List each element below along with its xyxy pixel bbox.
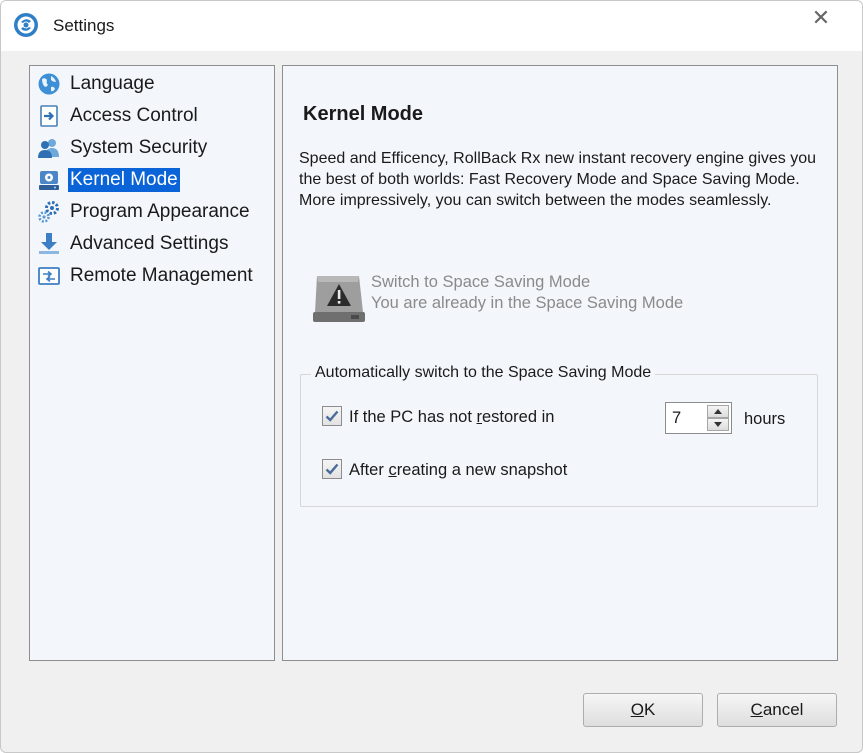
checkmark-icon xyxy=(325,463,339,475)
login-arrow-icon xyxy=(36,103,62,129)
settings-dialog: Settings ✕ Language Access Control Syste… xyxy=(0,0,863,753)
spin-buttons xyxy=(707,405,729,431)
sidebar-item-label: Remote Management xyxy=(70,265,253,286)
sidebar-item-access-control[interactable]: Access Control xyxy=(36,102,200,130)
sidebar-item-kernel-mode[interactable]: Kernel Mode xyxy=(36,166,180,194)
title-bar: Settings ✕ xyxy=(1,1,862,51)
chevron-up-icon xyxy=(714,409,722,414)
auto-switch-legend: Automatically switch to the Space Saving… xyxy=(311,364,656,382)
remote-console-icon xyxy=(36,263,62,289)
cancel-button[interactable]: Cancel xyxy=(717,693,837,727)
warning-drive-icon xyxy=(311,272,367,324)
hours-unit-label: hours xyxy=(744,410,786,428)
switch-mode-link: Switch to Space Saving Mode xyxy=(371,273,591,291)
spin-down-button[interactable] xyxy=(707,418,729,431)
after-snapshot-checkbox[interactable] xyxy=(322,459,342,479)
spin-up-button[interactable] xyxy=(707,405,729,418)
restore-timeout-label[interactable]: If the PC has not restored in xyxy=(349,408,554,427)
gears-icon xyxy=(36,199,62,225)
restore-timeout-checkbox[interactable] xyxy=(322,406,342,426)
auto-switch-groupbox: Automatically switch to the Space Saving… xyxy=(300,364,818,507)
globe-icon xyxy=(36,71,62,97)
close-button[interactable]: ✕ xyxy=(806,7,836,31)
sidebar-item-label: Program Appearance xyxy=(70,201,250,222)
sidebar-item-label: Language xyxy=(70,73,155,94)
download-arrow-icon xyxy=(36,231,62,257)
settings-sidebar: Language Access Control System Security … xyxy=(29,65,275,661)
sidebar-item-label: Kernel Mode xyxy=(68,168,180,192)
users-icon xyxy=(36,135,62,161)
sidebar-item-system-security[interactable]: System Security xyxy=(36,134,209,162)
chevron-down-icon xyxy=(714,422,722,427)
after-snapshot-label[interactable]: After creating a new snapshot xyxy=(349,461,567,480)
sidebar-item-advanced-settings[interactable]: Advanced Settings xyxy=(36,230,230,258)
sidebar-item-remote-management[interactable]: Remote Management xyxy=(36,262,255,290)
hours-value[interactable]: 7 xyxy=(672,409,681,428)
ok-button[interactable]: OK xyxy=(583,693,703,727)
sidebar-item-program-appearance[interactable]: Program Appearance xyxy=(36,198,252,226)
panel-description: Speed and Efficency, RollBack Rx new ins… xyxy=(299,150,817,209)
page-title: Kernel Mode xyxy=(303,103,424,125)
sidebar-item-language[interactable]: Language xyxy=(36,70,157,98)
switch-mode-status: You are already in the Space Saving Mode xyxy=(371,294,684,312)
kernel-mode-panel: Kernel Mode Speed and Efficency, RollBac… xyxy=(282,65,838,661)
sidebar-item-label: Access Control xyxy=(70,105,198,126)
rollback-logo-icon xyxy=(13,12,39,38)
checkmark-icon xyxy=(325,410,339,422)
sidebar-item-label: Advanced Settings xyxy=(70,233,229,254)
window-title: Settings xyxy=(53,16,115,35)
hours-spinbox[interactable]: 7 xyxy=(665,402,732,434)
kernel-drive-icon xyxy=(36,167,62,193)
sidebar-item-label: System Security xyxy=(70,137,208,158)
